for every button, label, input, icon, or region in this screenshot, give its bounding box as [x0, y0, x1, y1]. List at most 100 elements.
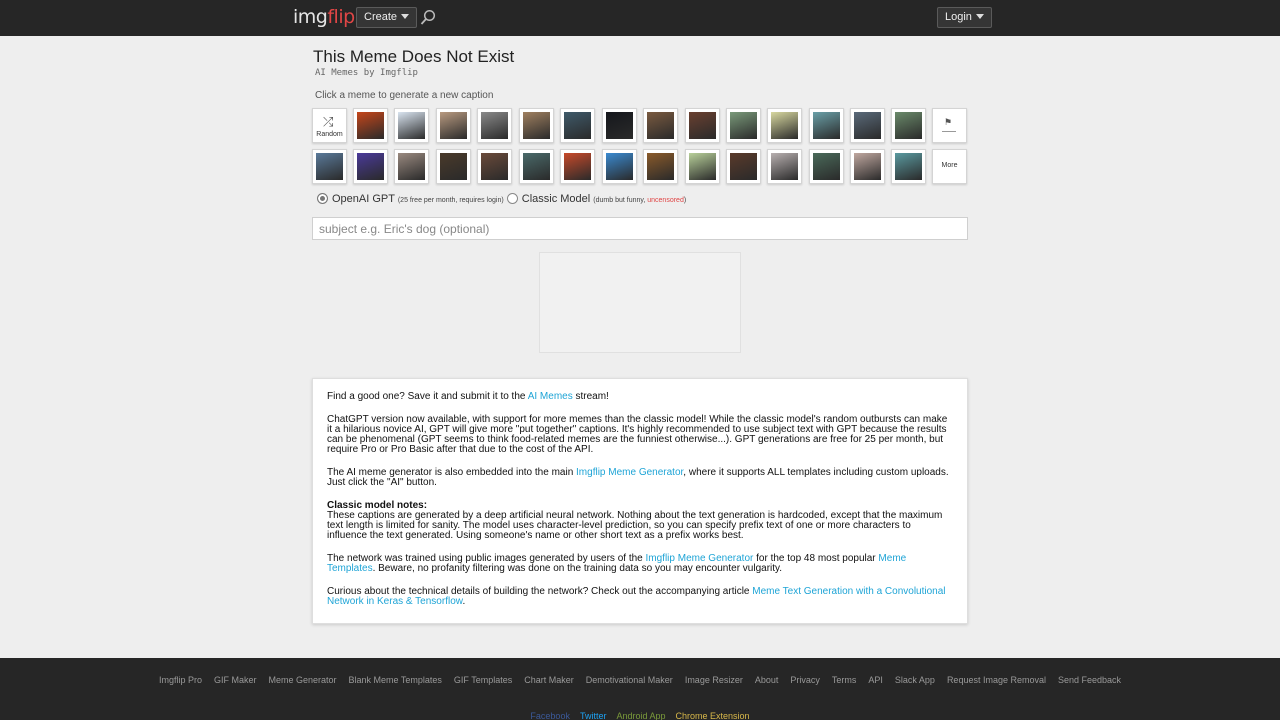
uncensored-label: uncensored	[647, 197, 684, 204]
random-meme-tile[interactable]: ⤮ Random	[312, 108, 347, 143]
meme-thumbnail	[813, 153, 840, 180]
meme-tile-row2-4[interactable]	[436, 149, 471, 184]
footer-link[interactable]: Imgflip Pro	[159, 675, 202, 685]
meme-tile-row1-8[interactable]	[643, 108, 678, 143]
social-link[interactable]: Android App	[616, 711, 665, 720]
meme-tile-row1-2[interactable]	[394, 108, 429, 143]
meme-thumbnail	[647, 112, 674, 139]
meme-tile-row2-1[interactable]	[312, 149, 347, 184]
meme-thumbnail	[523, 112, 550, 139]
meme-thumbnail	[771, 153, 798, 180]
create-label: Create	[364, 11, 398, 23]
classic-radio[interactable]	[506, 193, 518, 204]
meme-tile-row1-6[interactable]	[560, 108, 595, 143]
openai-radio[interactable]	[317, 193, 328, 204]
meme-tile-row1-10[interactable]	[726, 108, 761, 143]
meme-tile-flag[interactable]: ⚑	[932, 108, 967, 143]
meme-thumbnail	[398, 153, 425, 180]
footer-link[interactable]: About	[755, 675, 779, 685]
info-paragraph-6: Curious about the technical details of b…	[327, 586, 946, 607]
more-label: More	[941, 162, 958, 169]
meme-thumbnail	[771, 112, 798, 139]
meme-tile-row1-5[interactable]	[519, 108, 554, 143]
openai-label: OpenAI GPT	[332, 193, 395, 205]
footer-link[interactable]: GIF Templates	[454, 675, 512, 685]
info-paragraph-1: Find a good one? Save it and submit it t…	[327, 391, 609, 402]
meme-tile-row1-4[interactable]	[477, 108, 512, 143]
login-dropdown-button[interactable]: Login	[937, 7, 992, 28]
model-selector: OpenAI GPT (25 free per month, requires …	[317, 193, 686, 205]
meme-thumbnail	[398, 112, 425, 139]
footer-link[interactable]: Slack App	[895, 675, 935, 685]
footer-link[interactable]: Terms	[832, 675, 857, 685]
meme-tile-row1-11[interactable]	[767, 108, 802, 143]
meme-tile-row2-10[interactable]	[685, 149, 720, 184]
footer-links: Imgflip Pro GIF Maker Meme Generator Blank …	[0, 675, 1280, 685]
top-navbar: imgflip Create Login	[0, 0, 1280, 36]
footer: Imgflip Pro GIF Maker Meme Generator Blank …	[0, 658, 1280, 720]
classic-label: Classic Model	[521, 193, 591, 205]
meme-tile-row1-1[interactable]	[353, 108, 388, 143]
footer-link[interactable]: Chart Maker	[524, 675, 574, 685]
meme-thumbnail	[564, 112, 591, 139]
info-paragraph-2: ChatGPT version now available, with supp…	[327, 414, 948, 455]
footer-link[interactable]: Demotivational Maker	[586, 675, 673, 685]
meme-thumbnail	[606, 153, 633, 180]
meme-tile-row1-7[interactable]	[602, 108, 637, 143]
footer-link[interactable]: GIF Maker	[214, 675, 257, 685]
classic-model-option[interactable]: Classic Model (dumb but funny, uncensore…	[506, 193, 687, 205]
chevron-down-icon	[975, 14, 984, 19]
footer-link[interactable]: Privacy	[790, 675, 820, 685]
meme-tile-row2-2[interactable]	[353, 149, 388, 184]
imgflip-logo[interactable]: imgflip	[293, 6, 355, 28]
shuffle-icon: ⤮	[323, 114, 334, 129]
meme-tile-row1-13[interactable]	[850, 108, 885, 143]
openai-note: (25 free per month, requires login)	[397, 197, 504, 204]
meme-tile-row2-5[interactable]	[477, 149, 512, 184]
search-icon[interactable]	[420, 9, 436, 26]
meme-thumbnail	[357, 112, 384, 139]
openai-gpt-option[interactable]: OpenAI GPT (25 free per month, requires …	[317, 193, 507, 205]
flag-underline	[942, 131, 956, 132]
meme-tile-row2-8[interactable]	[602, 149, 637, 184]
meme-generator-link[interactable]: Imgflip Meme Generator	[576, 467, 683, 478]
footer-link[interactable]: Send Feedback	[1058, 675, 1121, 685]
meme-tile-row1-12[interactable]	[809, 108, 844, 143]
footer-link[interactable]: Request Image Removal	[947, 675, 1046, 685]
footer-link[interactable]: Meme Generator	[268, 675, 336, 685]
meme-thumbnail	[813, 112, 840, 139]
social-link[interactable]: Facebook	[530, 711, 570, 720]
info-paragraph-4: Classic model notes: These captions are g…	[327, 500, 943, 541]
meme-thumbnail	[854, 153, 881, 180]
meme-tile-row2-13[interactable]	[809, 149, 844, 184]
more-memes-tile[interactable]: More	[932, 149, 967, 184]
meme-tile-row2-12[interactable]	[767, 149, 802, 184]
meme-tile-row2-6[interactable]	[519, 149, 554, 184]
meme-thumbnail	[316, 153, 343, 180]
create-dropdown-button[interactable]: Create	[356, 7, 418, 28]
meme-preview-area	[539, 252, 741, 353]
meme-thumbnail	[854, 112, 881, 139]
meme-thumbnail	[895, 153, 922, 180]
classic-note: (dumb but funny, uncensored)	[593, 197, 687, 204]
social-link[interactable]: Twitter	[580, 711, 607, 720]
footer-link[interactable]: Blank Meme Templates	[349, 675, 442, 685]
meme-tile-row2-7[interactable]	[560, 149, 595, 184]
meme-tile-row2-14[interactable]	[850, 149, 885, 184]
meme-tile-row2-9[interactable]	[643, 149, 678, 184]
meme-tile-row2-3[interactable]	[394, 149, 429, 184]
meme-thumbnail	[523, 153, 550, 180]
social-link[interactable]: Chrome Extension	[676, 711, 750, 720]
meme-tile-row1-3[interactable]	[436, 108, 471, 143]
subject-input[interactable]	[312, 217, 968, 240]
page-subtitle: AI Memes by Imgflip	[315, 68, 418, 78]
footer-link[interactable]: API	[868, 675, 883, 685]
meme-tile-row1-9[interactable]	[685, 108, 720, 143]
ai-memes-link[interactable]: AI Memes	[528, 391, 573, 402]
meme-tile-row2-15[interactable]	[891, 149, 926, 184]
meme-tile-row2-11[interactable]	[726, 149, 761, 184]
meme-tile-row1-14[interactable]	[891, 108, 926, 143]
footer-link[interactable]: Image Resizer	[685, 675, 743, 685]
meme-thumbnail	[440, 153, 467, 180]
logo-text-flip: flip	[327, 6, 355, 28]
